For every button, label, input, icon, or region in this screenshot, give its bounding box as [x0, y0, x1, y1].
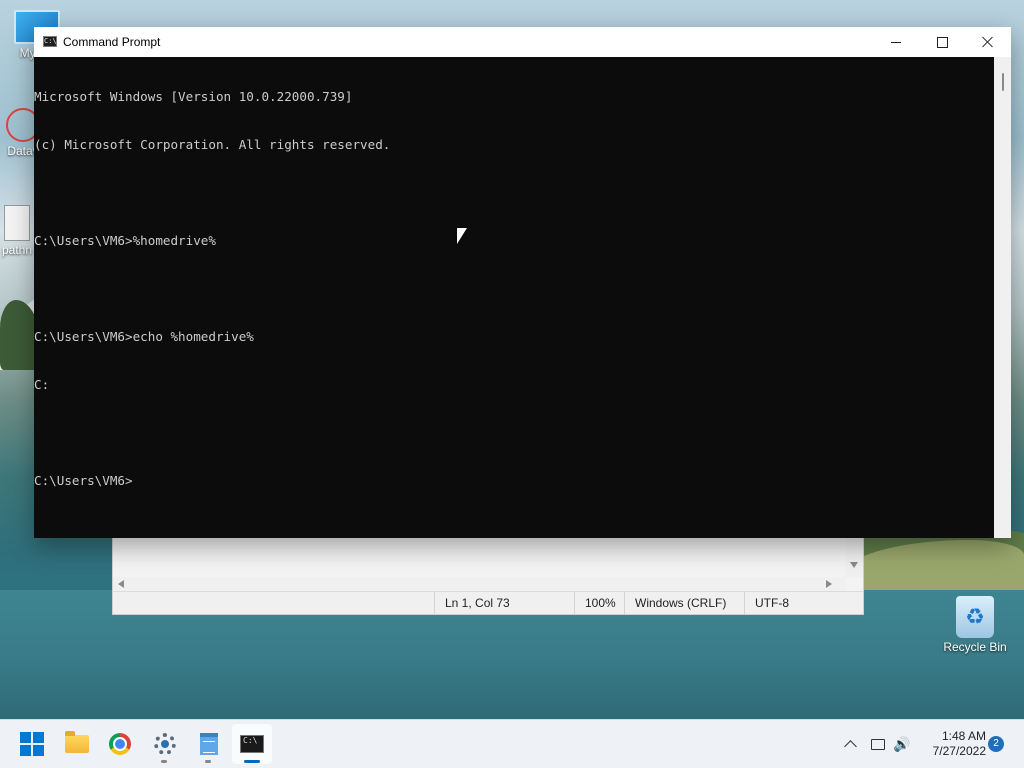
network-button[interactable] — [868, 720, 888, 768]
title-bar[interactable]: C:\ Command Prompt — [34, 27, 1011, 57]
clock[interactable]: 1:48 AM 7/27/2022 — [920, 720, 986, 768]
folder-icon — [65, 731, 89, 753]
console-line: C:\Users\VM6>%homedrive% — [34, 233, 216, 248]
console-line: C:\Users\VM6>echo %homedrive% — [34, 329, 254, 344]
scroll-right-arrow-icon[interactable] — [826, 580, 832, 588]
taskbar-settings[interactable] — [145, 724, 185, 764]
start-button[interactable] — [12, 724, 52, 764]
console-line: C: — [34, 377, 50, 392]
taskbar-chrome[interactable] — [100, 724, 140, 764]
terminal-icon: C:\ — [240, 735, 264, 753]
command-prompt-window[interactable]: C:\ Command Prompt Microsoft Windows [Ve… — [34, 27, 1011, 538]
notepad-vertical-scrollbar[interactable] — [846, 537, 863, 577]
desktop-icon-label: Recycle Bin — [943, 640, 1007, 654]
window-title: Command Prompt — [63, 35, 161, 49]
network-icon — [871, 738, 885, 750]
show-hidden-icons-button[interactable] — [840, 720, 860, 768]
close-icon — [982, 36, 994, 48]
taskbar-notepad[interactable] — [189, 724, 229, 764]
minimize-button[interactable] — [873, 27, 919, 57]
notepad-window[interactable]: Ln 1, Col 73 100% Windows (CRLF) UTF-8 — [112, 536, 864, 615]
recycle-bin-icon: ♻ — [956, 596, 994, 638]
terminal-icon: C:\ — [43, 36, 57, 47]
chrome-icon — [109, 733, 131, 755]
console-output[interactable]: Microsoft Windows [Version 10.0.22000.73… — [34, 57, 994, 538]
chevron-up-icon — [843, 740, 857, 753]
cursor-position: Ln 1, Col 73 — [434, 592, 574, 614]
notification-center-button[interactable]: 2 — [988, 720, 1004, 768]
desktop-icon-recycle-bin[interactable]: ♻ Recycle Bin — [938, 596, 1012, 654]
volume-button[interactable]: 🔊 — [892, 720, 912, 768]
maximize-icon — [936, 36, 948, 48]
notepad-status-bar: Ln 1, Col 73 100% Windows (CRLF) UTF-8 — [113, 591, 863, 614]
speaker-icon: 🔊 — [893, 735, 911, 752]
encoding: UTF-8 — [744, 592, 864, 614]
minimize-icon — [891, 41, 901, 43]
zoom-level: 100% — [574, 592, 624, 614]
mouse-pointer-icon — [457, 228, 467, 244]
windows-logo-icon — [20, 732, 44, 756]
console-scrollbar[interactable] — [994, 57, 1011, 538]
console-prompt-line[interactable]: C:\Users\VM6> — [34, 473, 994, 489]
document-icon — [4, 205, 30, 241]
scroll-left-arrow-icon[interactable] — [118, 580, 124, 588]
notepad-icon — [200, 733, 218, 755]
console-line: Microsoft Windows [Version 10.0.22000.73… — [34, 89, 353, 104]
clock-date: 7/27/2022 — [932, 744, 986, 758]
console-line: (c) Microsoft Corporation. All rights re… — [34, 137, 391, 152]
gear-icon — [154, 733, 176, 755]
active-indicator — [244, 760, 260, 763]
taskbar-file-explorer[interactable] — [57, 724, 97, 764]
scrollbar-thumb[interactable] — [1002, 73, 1004, 91]
running-indicator — [205, 760, 211, 763]
taskbar-command-prompt[interactable]: C:\ — [232, 724, 272, 764]
notification-badge: 2 — [988, 736, 1004, 752]
line-endings: Windows (CRLF) — [624, 592, 744, 614]
running-indicator — [161, 760, 167, 763]
close-button[interactable] — [965, 27, 1011, 57]
taskbar: C:\ 🔊 1:48 AM 7/27/2022 2 — [0, 719, 1024, 768]
maximize-button[interactable] — [919, 27, 965, 57]
scroll-down-arrow-icon[interactable] — [850, 562, 858, 568]
clock-time: 1:48 AM — [941, 729, 986, 743]
